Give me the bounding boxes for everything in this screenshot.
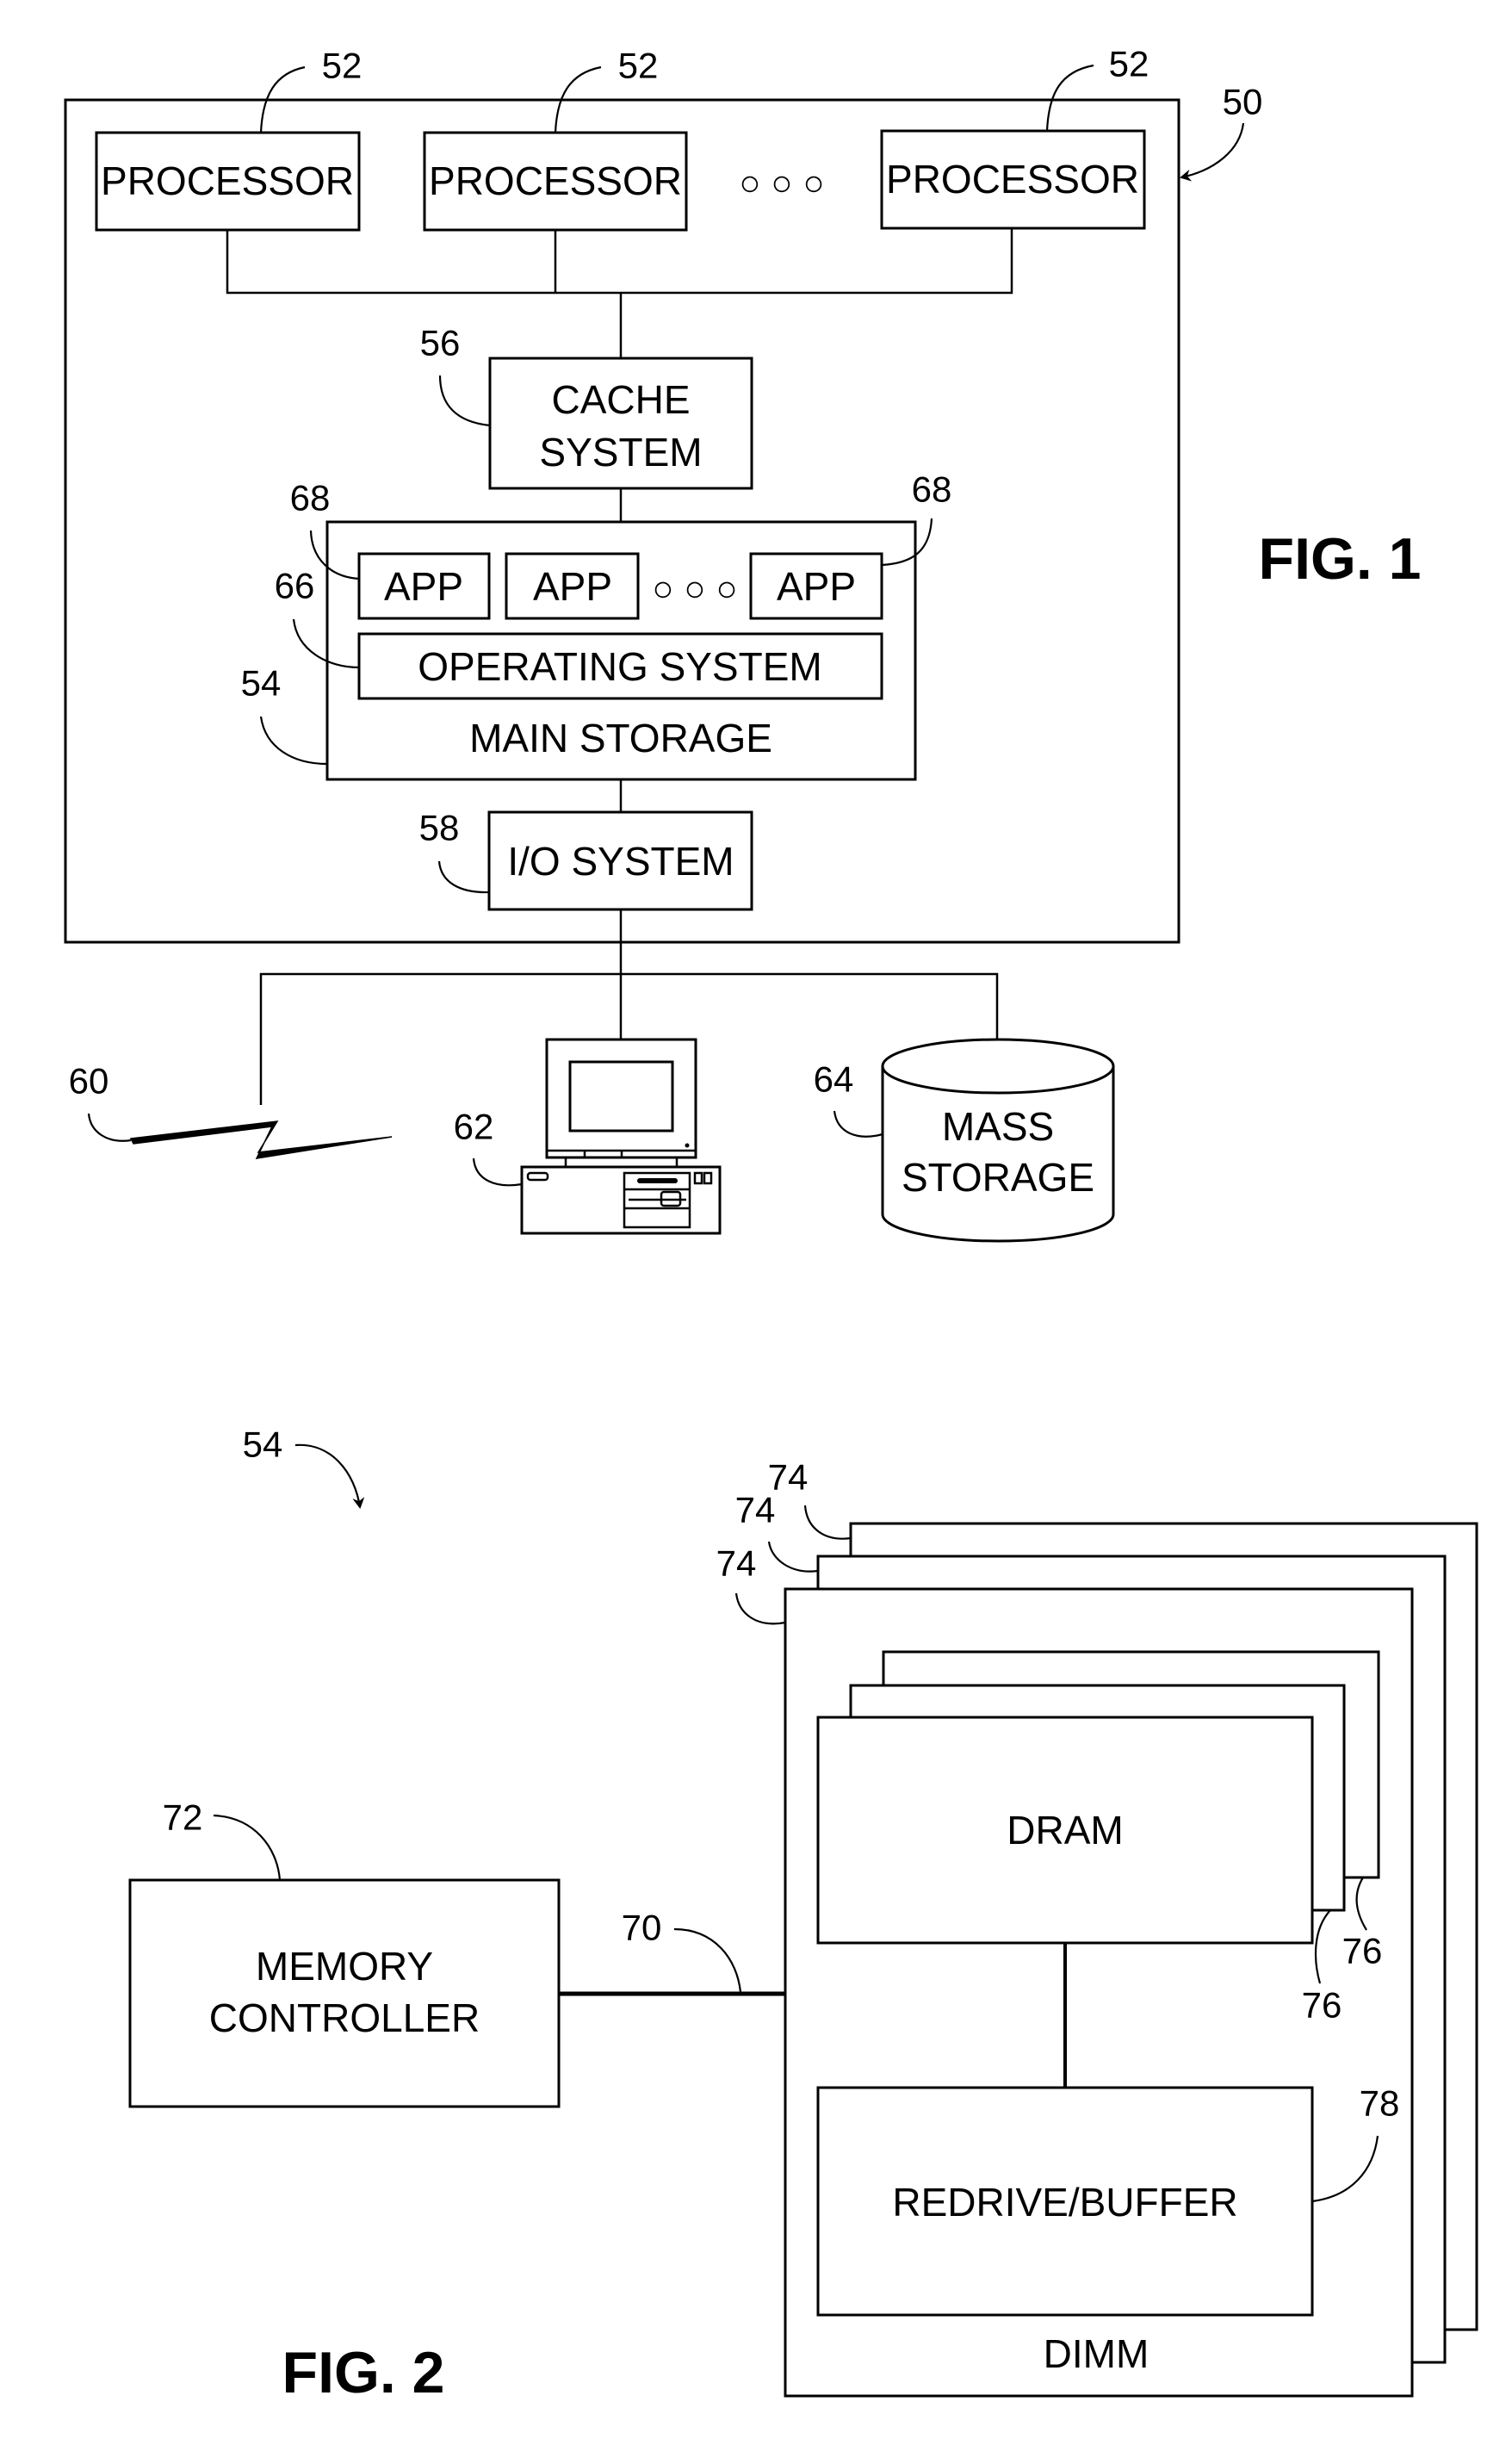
app-label: APP <box>384 564 463 609</box>
power-led-icon <box>685 1143 690 1148</box>
processor-1: PROCESSOR 52 <box>95 46 363 232</box>
monitor-screen <box>568 1060 674 1133</box>
ref-66: 66 <box>275 566 315 606</box>
ref-leader <box>673 1927 742 1993</box>
ref-50: 50 <box>1223 82 1263 122</box>
ref-68: 68 <box>912 469 952 510</box>
patent-drawing: 50 PROCESSOR 52 PROCESSOR 52 ○ ○ ○ PROCE… <box>64 44 1478 2405</box>
memory-controller-label-line2: CONTROLLER <box>209 1995 480 2040</box>
ref-68: 68 <box>290 478 331 518</box>
ref-62: 62 <box>454 1107 494 1147</box>
figure-1-caption: FIG. 1 <box>1259 526 1422 592</box>
ref-leader <box>833 1110 883 1138</box>
ref-leader <box>734 1592 786 1625</box>
ref-60: 60 <box>69 1061 109 1102</box>
floppy-slot <box>637 1178 678 1183</box>
redrive-buffer: REDRIVE/BUFFER 78 <box>816 2083 1400 2317</box>
mass-storage: MASS STORAGE 64 <box>814 1038 1115 1243</box>
mass-storage-label-line1: MASS <box>942 1104 1054 1149</box>
processor-label: PROCESSOR <box>429 158 682 203</box>
app-ellipsis: ○ ○ ○ <box>652 568 737 609</box>
ref-70: 70 <box>622 1908 662 1948</box>
processor-2: PROCESSOR 52 <box>423 46 688 232</box>
processor-label: PROCESSOR <box>886 157 1139 202</box>
ref-72: 72 <box>163 1797 203 1838</box>
ref-54: 54 <box>243 1424 283 1465</box>
ref-54-arrow <box>294 1443 365 1509</box>
ref-74: 74 <box>735 1490 776 1530</box>
ref-76: 76 <box>1302 1985 1342 2026</box>
memory-controller-box <box>128 1878 561 2108</box>
cache-label-line1: CACHE <box>551 377 690 422</box>
ref-50-arrow <box>1180 122 1245 182</box>
figure-2-caption: FIG. 2 <box>282 2340 445 2405</box>
cache-label-line2: SYSTEM <box>539 430 702 475</box>
memory-controller-label-line1: MEMORY <box>256 1944 433 1989</box>
ref-52: 52 <box>1109 44 1149 84</box>
ref-78: 78 <box>1360 2083 1400 2124</box>
lightning-icon <box>129 1120 393 1159</box>
ref-52: 52 <box>618 46 659 86</box>
cylinder-top <box>881 1038 1115 1095</box>
ref-76: 76 <box>1342 1931 1383 1971</box>
ref-leader <box>803 1505 852 1540</box>
ref-54: 54 <box>241 663 282 704</box>
operating-system-label: OPERATING SYSTEM <box>418 644 821 689</box>
ref-52: 52 <box>322 46 363 86</box>
ref-leader <box>213 1814 282 1881</box>
network-link: 60 <box>69 1061 393 1159</box>
mass-storage-label-line2: STORAGE <box>902 1155 1094 1200</box>
processor-label: PROCESSOR <box>101 158 354 203</box>
ref-56: 56 <box>420 323 461 363</box>
app-label: APP <box>533 564 612 609</box>
main-storage-label: MAIN STORAGE <box>469 716 772 760</box>
processor-3: PROCESSOR 52 <box>880 44 1149 230</box>
ref-leader <box>472 1157 523 1187</box>
processor-ellipsis: ○ ○ ○ <box>739 163 824 203</box>
ref-74: 74 <box>716 1543 757 1584</box>
io-system-label: I/O SYSTEM <box>507 839 734 884</box>
ref-leader <box>87 1113 132 1142</box>
ref-leader <box>767 1541 819 1573</box>
figure-1: 50 PROCESSOR 52 PROCESSOR 52 ○ ○ ○ PROCE… <box>64 44 1422 1243</box>
app-label: APP <box>777 564 856 609</box>
memory-controller: MEMORY CONTROLLER 72 <box>128 1797 561 2108</box>
dram-label: DRAM <box>1007 1808 1123 1853</box>
ref-58: 58 <box>419 808 460 848</box>
figure-2: 54 MEMORY CONTROLLER 72 70 74 74 74 DRAM… <box>128 1424 1478 2405</box>
dimm-label: DIMM <box>1044 2331 1149 2376</box>
workstation: 62 <box>454 1038 722 1235</box>
redrive-buffer-label: REDRIVE/BUFFER <box>892 2180 1237 2225</box>
ref-64: 64 <box>814 1059 854 1100</box>
